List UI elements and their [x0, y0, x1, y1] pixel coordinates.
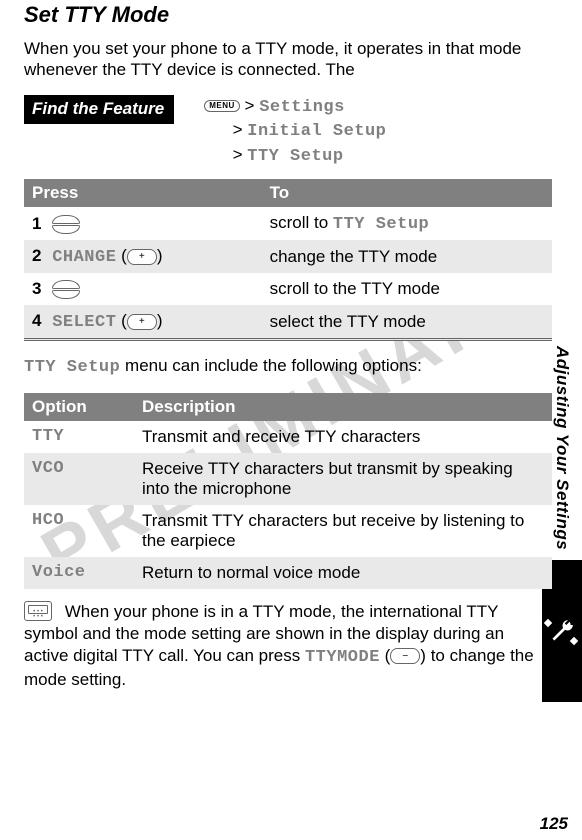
option-name: TTY: [24, 421, 134, 453]
option-desc: Transmit TTY characters but receive by l…: [134, 505, 552, 557]
table-row: VCO Receive TTY characters but transmit …: [24, 453, 552, 505]
softkey-label: SELECT: [52, 313, 116, 332]
side-section-label: Adjusting Your Settings: [552, 342, 572, 554]
tty-device-icon: [24, 601, 52, 621]
step-to: scroll to: [270, 213, 329, 232]
options-table: Option Description TTY Transmit and rece…: [24, 393, 552, 589]
table-row: 4 SELECT (+) select the TTY mode: [24, 305, 552, 340]
scroll-keys-icon: [52, 215, 80, 234]
scroll-keys-icon: [52, 280, 80, 299]
option-desc: Transmit and receive TTY characters: [134, 421, 552, 453]
table-row: HCO Transmit TTY characters but receive …: [24, 505, 552, 557]
steps-header-to: To: [262, 179, 552, 207]
option-name: VCO: [24, 453, 134, 505]
table-row: TTY Transmit and receive TTY characters: [24, 421, 552, 453]
steps-header-press: Press: [24, 179, 262, 207]
closing-paragraph: When your phone is in a TTY mode, the in…: [24, 601, 552, 691]
table-row: Voice Return to normal voice mode: [24, 557, 552, 589]
options-intro-text: menu can include the following options:: [120, 356, 421, 375]
closing-code: TTYMODE: [305, 648, 380, 667]
left-softkey-icon: −: [390, 648, 420, 664]
intro-paragraph: When you set your phone to a TTY mode, i…: [24, 38, 552, 81]
option-name: Voice: [24, 557, 134, 589]
step-number: 1: [32, 214, 47, 233]
table-row: 2 CHANGE (+) change the TTY mode: [24, 240, 552, 273]
option-name: HCO: [24, 505, 134, 557]
step-to: change the TTY mode: [262, 240, 552, 273]
softkey-label: CHANGE: [52, 248, 116, 267]
options-header-desc: Description: [134, 393, 552, 421]
step-to: scroll to the TTY mode: [262, 273, 552, 305]
gt: >: [245, 96, 255, 115]
table-row: 1 scroll to TTY Setup: [24, 207, 552, 240]
wrench-icon: [549, 618, 575, 644]
page-number: 125: [540, 814, 568, 834]
page-title: Set TTY Mode: [24, 2, 552, 28]
step-number: 3: [32, 279, 47, 298]
right-softkey-icon: +: [127, 249, 157, 265]
step-to: select the TTY mode: [262, 305, 552, 340]
steps-table: Press To 1 scroll to TTY Setup 2 CHANGE: [24, 179, 552, 341]
option-desc: Return to normal voice mode: [134, 557, 552, 589]
options-intro: TTY Setup menu can include the following…: [24, 355, 552, 378]
options-intro-code: TTY Setup: [24, 358, 120, 377]
options-header-option: Option: [24, 393, 134, 421]
path-settings: Settings: [259, 98, 345, 117]
path-initial-setup: Initial Setup: [247, 122, 386, 141]
feature-path: MENU > Settings > Initial Setup > TTY Se…: [204, 95, 386, 170]
table-row: 3 scroll to the TTY mode: [24, 273, 552, 305]
step-to-code: TTY Setup: [333, 215, 429, 234]
menu-key-icon: MENU: [204, 100, 240, 113]
find-feature-block: Find the Feature MENU > Settings > Initi…: [24, 95, 552, 170]
option-desc: Receive TTY characters but transmit by s…: [134, 453, 552, 505]
step-number: 4: [32, 311, 47, 330]
step-number: 2: [32, 246, 47, 265]
gt: >: [233, 120, 243, 139]
gt: >: [233, 145, 243, 164]
path-tty-setup: TTY Setup: [247, 147, 343, 166]
find-feature-label: Find the Feature: [24, 95, 174, 124]
right-softkey-icon: +: [127, 314, 157, 330]
